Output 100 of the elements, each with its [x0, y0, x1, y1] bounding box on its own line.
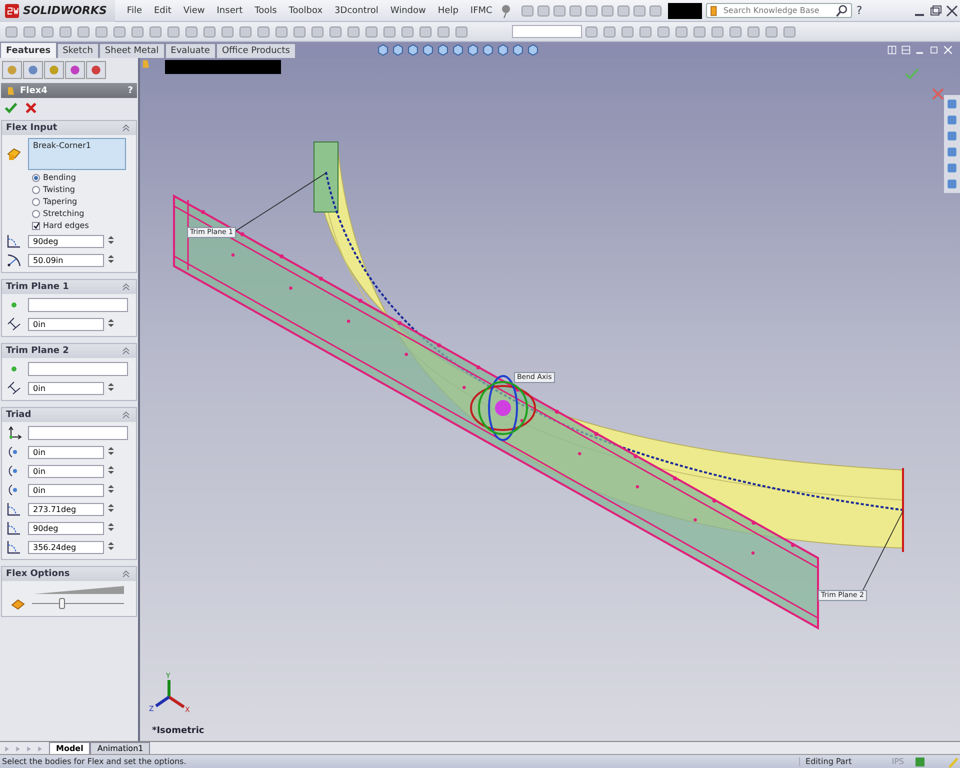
collapse-icon[interactable] — [120, 281, 132, 293]
radio-button[interactable] — [32, 186, 40, 194]
menu-item[interactable]: File — [120, 6, 148, 16]
tool-icon[interactable] — [638, 24, 654, 40]
menu-item[interactable]: Insert — [210, 6, 249, 16]
slider[interactable] — [32, 598, 124, 610]
search-field[interactable]: Search Knowledge Base — [706, 3, 852, 18]
tool-icon[interactable] — [94, 24, 110, 40]
value-field[interactable]: 0in — [28, 464, 104, 478]
radio-option[interactable]: Stretching — [32, 209, 132, 218]
value-field[interactable]: 0in — [28, 484, 104, 496]
tool-icon[interactable] — [148, 24, 164, 40]
cross-icon[interactable] — [930, 86, 946, 102]
split-view-icon[interactable] — [900, 44, 912, 56]
tool-icon[interactable] — [600, 2, 616, 18]
tool-icon[interactable] — [418, 24, 434, 40]
tool-icon[interactable] — [552, 2, 568, 18]
tool-icon[interactable] — [692, 24, 708, 40]
tool-icon[interactable] — [620, 24, 636, 40]
menu-item[interactable]: Edit — [148, 6, 178, 16]
tool-icon[interactable] — [602, 24, 618, 40]
split-view-icon[interactable] — [886, 44, 898, 56]
radio-option[interactable]: Tapering — [32, 197, 132, 206]
tool-icon[interactable] — [310, 24, 326, 40]
selection-field[interactable] — [28, 298, 128, 312]
tool-icon[interactable] — [328, 24, 344, 40]
radio-button[interactable] — [32, 210, 40, 218]
section-header[interactable]: Flex Input — [2, 121, 136, 135]
value-field[interactable]: 90deg — [28, 234, 104, 248]
panel-tab[interactable] — [23, 61, 43, 79]
menu-item[interactable]: IFMC — [464, 6, 498, 16]
tool-icon[interactable] — [238, 24, 254, 40]
checkmark-icon[interactable] — [904, 66, 920, 82]
tool-icon[interactable] — [130, 24, 146, 40]
ok-button[interactable] — [4, 101, 18, 115]
tool-icon[interactable] — [4, 24, 20, 40]
radio-option[interactable]: Bending — [32, 173, 132, 182]
command-tab[interactable]: Features — [0, 42, 57, 58]
value-field[interactable]: 0in — [28, 318, 104, 330]
value-field[interactable]: 0in — [28, 382, 104, 394]
menu-item[interactable]: View — [177, 6, 211, 16]
tool-icon[interactable] — [220, 24, 236, 40]
radio-button[interactable] — [32, 198, 40, 206]
tool-icon[interactable] — [632, 2, 648, 18]
tool-icon[interactable] — [454, 24, 470, 40]
tool-icon[interactable] — [22, 24, 38, 40]
tool-icon[interactable] — [674, 24, 690, 40]
section-header[interactable]: Flex Options — [2, 567, 136, 581]
tool-icon[interactable] — [364, 24, 380, 40]
tool-icon[interactable] — [202, 24, 218, 40]
help-button[interactable]: ? — [128, 86, 133, 96]
tool-icon[interactable] — [520, 2, 536, 18]
section-header[interactable]: Trim Plane 2 — [2, 344, 136, 358]
panel-tab[interactable] — [65, 61, 85, 79]
command-tab[interactable]: Sketch — [56, 43, 99, 58]
panel-tab[interactable] — [44, 61, 64, 79]
tool-icon[interactable] — [728, 24, 744, 40]
tool-icon[interactable] — [292, 24, 308, 40]
selection-list[interactable]: Break-Corner1 — [28, 138, 126, 170]
tool-icon[interactable] — [112, 24, 128, 40]
menu-item[interactable]: Window — [384, 6, 432, 16]
value-field[interactable]: 90deg — [28, 522, 104, 534]
tool-icon[interactable] — [656, 24, 672, 40]
collapse-icon[interactable] — [120, 568, 132, 580]
tool-icon[interactable] — [166, 24, 182, 40]
dropdown-field[interactable] — [512, 25, 582, 38]
close-icon[interactable] — [944, 2, 960, 18]
section-header[interactable]: Trim Plane 1 — [2, 280, 136, 294]
tool-icon[interactable] — [58, 24, 74, 40]
tool-icon[interactable] — [382, 24, 398, 40]
tool-icon[interactable] — [40, 24, 56, 40]
tool-icon[interactable] — [346, 24, 362, 40]
sheet-tab[interactable]: Model — [49, 742, 90, 754]
tool-icon[interactable] — [274, 24, 290, 40]
tool-icon[interactable] — [764, 24, 780, 40]
tool-icon[interactable] — [256, 24, 272, 40]
panel-tab[interactable] — [86, 61, 106, 79]
tool-icon[interactable] — [568, 2, 584, 18]
checkbox[interactable] — [32, 222, 40, 230]
tool-icon[interactable] — [746, 24, 762, 40]
cancel-button[interactable] — [24, 101, 38, 115]
radio-option[interactable]: Twisting — [32, 185, 132, 194]
tool-icon[interactable] — [76, 24, 92, 40]
sheet-tab[interactable]: Animation1 — [90, 742, 150, 754]
command-tab[interactable]: Office Products — [216, 43, 296, 58]
value-field[interactable]: 0in — [28, 446, 104, 458]
tool-icon[interactable] — [782, 24, 798, 40]
selection-field[interactable] — [28, 426, 128, 440]
collapse-icon[interactable] — [120, 409, 132, 421]
menu-item[interactable]: Tools — [248, 6, 283, 16]
tool-icon[interactable] — [536, 2, 552, 18]
value-field[interactable]: 356.24deg — [28, 540, 104, 554]
tool-icon[interactable] — [710, 24, 726, 40]
command-tab[interactable]: Evaluate — [164, 43, 216, 58]
collapse-icon[interactable] — [120, 122, 132, 134]
menu-item[interactable]: 3Dcontrol — [328, 6, 384, 16]
panel-tab[interactable] — [2, 61, 22, 79]
tool-icon[interactable] — [584, 2, 600, 18]
tool-icon[interactable] — [400, 24, 416, 40]
checkbox-option[interactable]: Hard edges — [32, 221, 132, 230]
